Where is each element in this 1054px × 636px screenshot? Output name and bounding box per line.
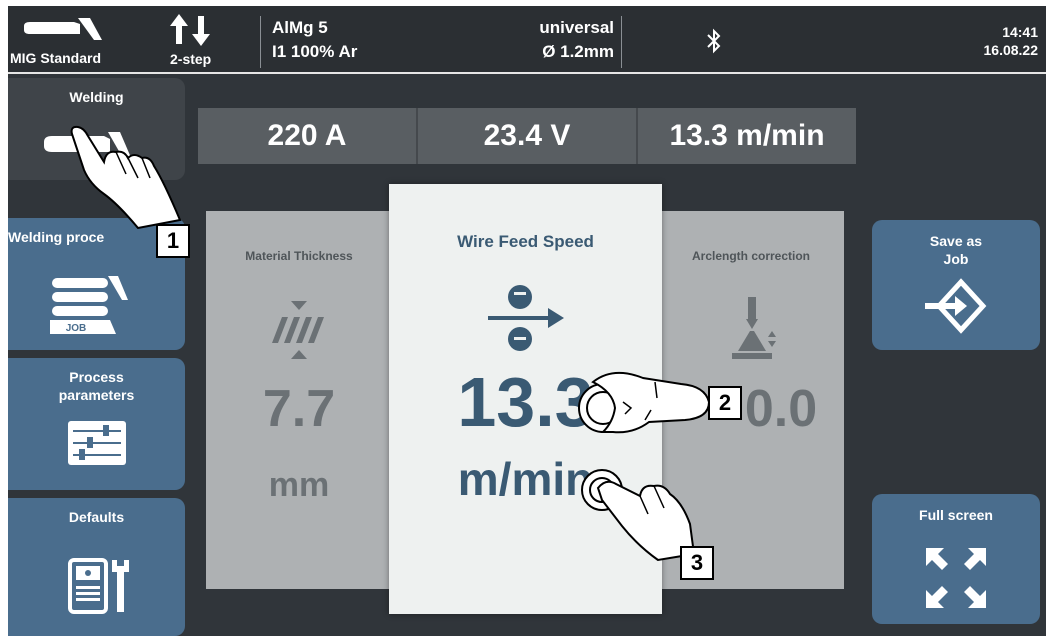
header-separator [8,72,1046,74]
material-thickness-icon [272,301,324,359]
welding-torch-icon [24,18,102,40]
welding-process-job-icon: JOB [50,276,128,334]
callout-1: 1 [156,224,190,258]
bluetooth-icon [707,28,721,54]
clock-time: 14:41 [1002,24,1038,40]
full-screen-label: Full screen [919,507,993,523]
sliders-icon [68,421,126,465]
header-divider [260,16,261,68]
job-badge: JOB [66,323,87,334]
welding-machine-screen: MIG Standard 2-step AlMg 5 I1 100% Ar un… [8,6,1046,636]
callout-2: 2 [708,386,742,420]
save-job-icon [925,278,987,334]
trigger-mode-label: 2-step [170,51,212,67]
current-readout: 220 A [267,119,347,152]
wire-speed-readout: 13.3 m/min [669,119,825,152]
expand-icon [926,548,986,608]
power-source-wrench-icon [68,558,129,614]
header-divider [621,16,622,68]
callout-3: 3 [680,546,714,580]
gas-label: I1 100% Ar [272,42,358,61]
status-header: MIG Standard 2-step AlMg 5 I1 100% Ar un… [8,6,1046,72]
save-as-job-button[interactable]: Save as Job [872,220,1040,350]
save-as-job-label: Save as Job [929,233,983,267]
param-value: 7.7 [262,380,336,438]
param-title: Wire Feed Speed [457,232,594,251]
param-unit: mm [268,466,330,504]
clock-date: 16.08.22 [983,42,1039,58]
sidebar-item-defaults[interactable]: Defaults [8,498,185,636]
wire-type-label: universal [539,18,614,37]
sidebar-item-label: Defaults [68,509,125,525]
sidebar-item-label: Welding [69,89,124,105]
sidebar-item-label: Process parameters [58,369,135,403]
param-title: Material Thickness [245,249,353,263]
param-material-thickness[interactable]: Material Thickness 7.7 mm [206,211,392,589]
full-screen-button[interactable]: Full screen [872,494,1040,624]
wire-feed-icon [488,285,564,351]
up-down-arrows-icon [170,14,210,46]
mode-label: MIG Standard [10,50,102,66]
param-title: Arclength correction [691,249,811,263]
turn-knob-hand-icon [578,371,711,434]
material-label: AlMg 5 [272,18,328,37]
tap-hand-icon [70,125,182,229]
wire-diameter-label: Ø 1.2mm [542,42,614,61]
actual-values-bar: 220 A 23.4 V 13.3 m/min [198,108,856,164]
voltage-readout: 23.4 V [483,119,571,152]
sidebar-item-process-parameters[interactable]: Process parameters [8,358,185,490]
arclength-icon [732,297,776,359]
